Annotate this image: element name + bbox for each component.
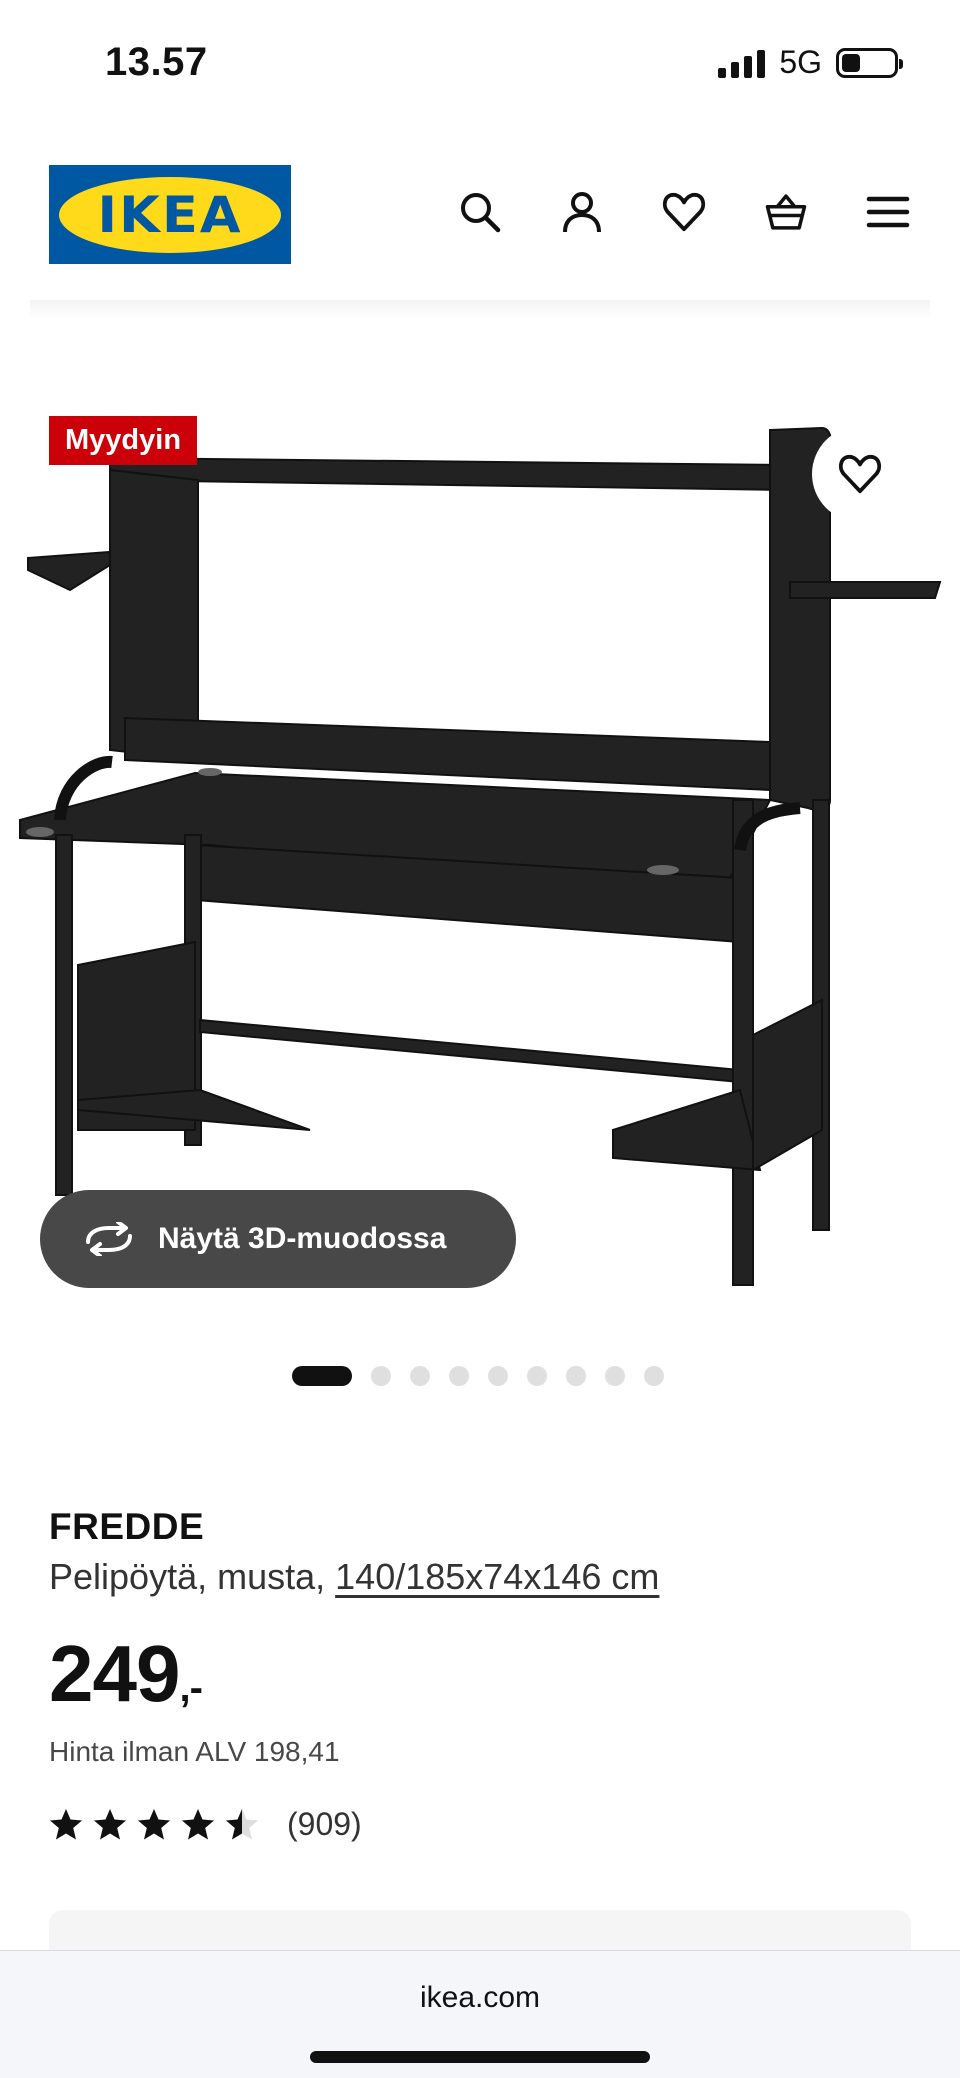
rotate-3d-icon	[86, 1222, 132, 1256]
carousel-dot[interactable]	[488, 1366, 508, 1386]
star-icon	[226, 1808, 258, 1839]
status-indicators: 5G	[718, 44, 903, 81]
network-type: 5G	[779, 44, 822, 80]
basket-icon[interactable]	[764, 190, 808, 234]
star-icon	[182, 1808, 214, 1839]
star-icon	[94, 1808, 126, 1839]
product-price: 249,-	[49, 1634, 919, 1714]
battery-icon	[836, 47, 903, 78]
carousel-dot[interactable]	[410, 1366, 430, 1386]
product-name: FREDDE	[49, 1506, 205, 1547]
star-icon	[50, 1808, 82, 1839]
rating-stars	[49, 1808, 259, 1842]
url-text: ikea.com	[419, 1981, 541, 2014]
product-image[interactable]: Myydyin Näytä 3D-muodossa	[0, 330, 960, 1310]
browser-address-bar[interactable]: ikea.com	[0, 1950, 960, 2078]
product-info: FREDDE Pelipöytä, musta, 140/185x74x146 …	[49, 1506, 919, 1843]
price-ex-vat: Hinta ilman ALV 198,41	[49, 1736, 340, 1767]
product-description: Pelipöytä, musta, 140/185x74x146 cm	[49, 1556, 919, 1598]
bestseller-badge: Myydyin	[49, 416, 198, 465]
star-icon	[138, 1808, 170, 1839]
image-carousel-indicator	[292, 1366, 664, 1386]
status-bar: 13.57 5G	[0, 0, 960, 130]
ikea-logo[interactable]: IKEA	[49, 165, 291, 264]
account-icon[interactable]	[560, 190, 604, 234]
review-count: (909)	[287, 1806, 362, 1842]
menu-icon[interactable]	[866, 190, 910, 234]
product-dimensions-link[interactable]: 140/185x74x146 cm	[335, 1556, 659, 1597]
view-3d-label: Näytä 3D-muodossa	[158, 1222, 447, 1255]
product-type: Pelipöytä, musta,	[49, 1556, 326, 1597]
status-time: 13.57	[105, 40, 208, 84]
carousel-dot[interactable]	[605, 1366, 625, 1386]
search-icon[interactable]	[458, 190, 502, 234]
home-indicator	[310, 2051, 650, 2063]
header-actions	[458, 190, 910, 234]
header-divider	[30, 300, 930, 318]
heart-icon	[838, 454, 882, 494]
battery-level	[842, 53, 860, 72]
carousel-dot[interactable]	[449, 1366, 469, 1386]
carousel-dot-active[interactable]	[292, 1366, 352, 1386]
logo-text: IKEA	[97, 185, 243, 244]
price-suffix: ,-	[179, 1666, 202, 1710]
add-to-favourites-button[interactable]	[812, 426, 908, 522]
view-3d-button[interactable]: Näytä 3D-muodossa	[40, 1190, 516, 1288]
signal-icon	[718, 48, 766, 78]
carousel-dot[interactable]	[566, 1366, 586, 1386]
price-value: 249	[49, 1629, 180, 1718]
logo-oval: IKEA	[59, 176, 281, 253]
carousel-dot[interactable]	[644, 1366, 664, 1386]
heart-icon[interactable]	[662, 190, 706, 234]
carousel-dot[interactable]	[527, 1366, 547, 1386]
site-header: IKEA	[0, 150, 960, 290]
carousel-dot[interactable]	[371, 1366, 391, 1386]
product-rating[interactable]: (909)	[49, 1806, 919, 1843]
